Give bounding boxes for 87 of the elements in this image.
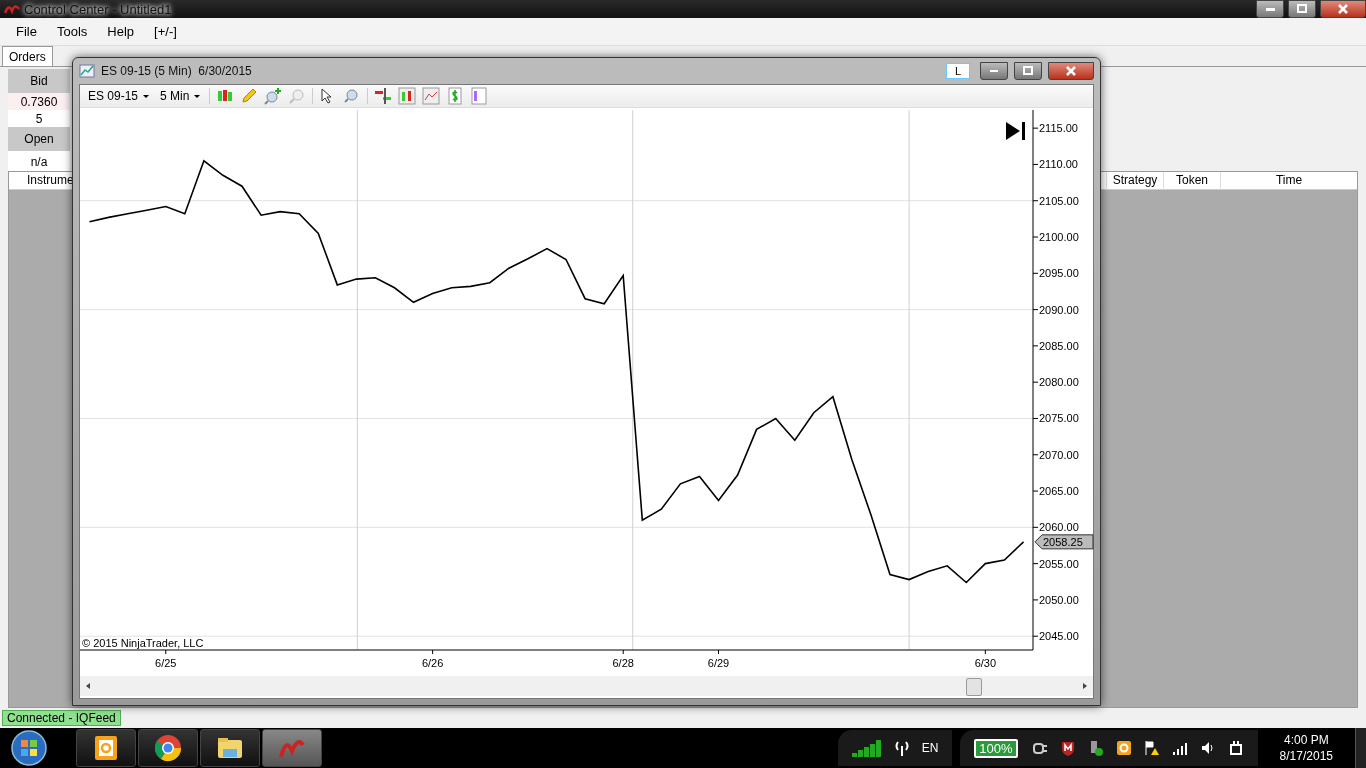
column-header[interactable]: Token	[1163, 172, 1220, 190]
taskbar-button[interactable]	[200, 729, 260, 767]
axis-label: 2100.00	[1039, 231, 1079, 243]
order-bars-icon[interactable]	[374, 87, 393, 105]
scroll-to-end-icon[interactable]	[1006, 122, 1025, 140]
network-bars-icon	[1171, 740, 1188, 756]
dollar-icon[interactable]	[446, 87, 465, 105]
zoom-in-icon[interactable]	[264, 87, 283, 105]
close-icon	[1064, 64, 1078, 78]
horizontal-scrollbar[interactable]	[80, 676, 1093, 696]
browser-icon	[153, 733, 183, 763]
open-price: n/a	[8, 151, 70, 173]
clock-time: 4:00 PM	[1283, 732, 1329, 748]
pencil-icon[interactable]	[240, 87, 259, 105]
battery-indicator[interactable]: 100%	[974, 738, 1018, 758]
link-button[interactable]: L	[946, 63, 970, 79]
axis-label: 2080.00	[1039, 376, 1079, 389]
axis-label: 2070.00	[1039, 448, 1079, 461]
scroll-right-icon	[1081, 681, 1089, 691]
menu-item[interactable]: [+/-]	[144, 24, 187, 39]
clock-date: 8/17/2015	[1279, 748, 1333, 764]
axis-label: 2045.00	[1039, 630, 1079, 643]
close-button[interactable]	[1320, 0, 1366, 18]
axis-label: 6/29	[707, 657, 730, 669]
axis-label: 6/30	[974, 657, 997, 669]
chart-app-icon	[79, 63, 95, 79]
minimize-icon	[1265, 7, 1275, 11]
minimize-button[interactable]	[1256, 0, 1284, 18]
maximize-button[interactable]	[1014, 62, 1042, 80]
axis-label: 2075.00	[1039, 412, 1079, 425]
menu-item[interactable]: Help	[97, 24, 145, 39]
maximize-icon	[1295, 2, 1309, 16]
axis-label: 2090.00	[1039, 303, 1079, 316]
axis-label: 6/25	[155, 657, 177, 669]
axis-label: 2055.00	[1039, 557, 1079, 570]
axis-label: 2110.00	[1039, 158, 1078, 171]
maximize-button[interactable]	[1288, 0, 1316, 18]
shield-icon	[1059, 740, 1076, 756]
column-header: Open	[8, 127, 70, 151]
tab[interactable]: Orders	[2, 46, 53, 66]
axis-label: 6/26	[421, 657, 444, 669]
column-header[interactable]: Instrume	[9, 172, 74, 189]
minimize-icon	[990, 70, 998, 72]
interval-dropdown[interactable]: 5 Min	[158, 89, 204, 103]
window-title: Control Center - Untitled1	[24, 1, 172, 17]
axis-label: 2050.00	[1039, 593, 1079, 606]
axis-label: 2105.00	[1039, 194, 1079, 207]
windows-logo-icon	[11, 730, 47, 766]
axis-label: 6/28	[612, 657, 634, 669]
candles-panel-icon[interactable]	[398, 87, 417, 105]
language-indicator[interactable]: EN	[921, 741, 939, 755]
caret-icon	[142, 92, 151, 100]
menu-item[interactable]: Tools	[46, 24, 98, 39]
column-header[interactable]: Time	[1220, 172, 1357, 190]
signal-bars-icon	[851, 739, 882, 757]
bid-price: 0.7360	[8, 93, 70, 110]
axis-label: 2060.00	[1039, 521, 1079, 534]
menu-item[interactable]: File	[6, 24, 47, 39]
taskbar-button[interactable]	[138, 729, 198, 767]
wireless-icon	[893, 740, 910, 756]
scroll-left-icon	[84, 681, 92, 691]
close-icon	[1336, 2, 1350, 16]
power-plug-icon	[1227, 740, 1244, 756]
column-header[interactable]: Strategy	[1106, 172, 1163, 190]
maximize-icon	[1021, 64, 1035, 78]
axis-label: 2095.00	[1039, 267, 1079, 280]
minimize-button[interactable]	[980, 62, 1008, 80]
window-title: ES 09-15 (5 Min) 6/30/2015	[101, 64, 252, 78]
scroll-thumb[interactable]	[966, 678, 982, 696]
flag-warning-icon	[1143, 740, 1160, 756]
column-header: Bid	[8, 69, 70, 93]
clock[interactable]: 4:00 PM 8/17/2015	[1265, 732, 1347, 764]
mail-app-icon	[1115, 740, 1132, 756]
taskbar-button[interactable]	[76, 729, 136, 767]
price-tag: 2058.25	[1034, 534, 1094, 550]
close-button[interactable]	[1048, 62, 1094, 80]
connection-status: Connected - IQFeed	[2, 710, 121, 726]
axis-label: 2115.00	[1039, 122, 1078, 135]
axis-label: 2085.00	[1039, 339, 1079, 352]
bid-size: 5	[8, 110, 70, 127]
panel-icon[interactable]	[470, 87, 489, 105]
instrument-dropdown[interactable]: ES 09-15	[86, 89, 153, 103]
caret-icon	[193, 92, 202, 100]
line-chart-icon[interactable]	[422, 87, 441, 105]
axis-label: 2065.00	[1039, 485, 1079, 498]
copyright-text: © 2015 NinjaTrader, LLC	[82, 637, 204, 649]
volume-icon	[1199, 740, 1216, 756]
